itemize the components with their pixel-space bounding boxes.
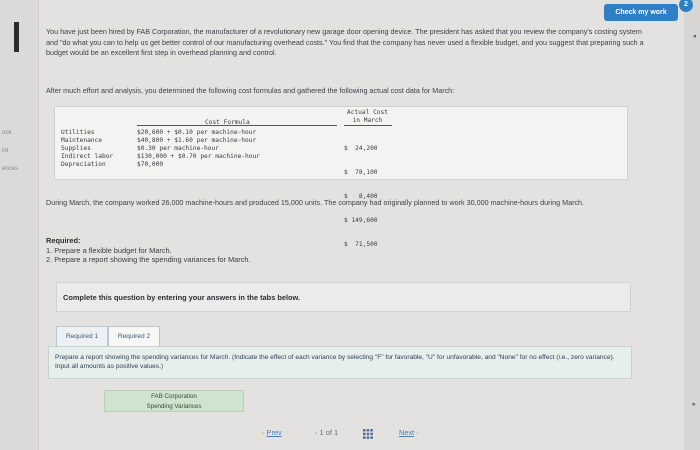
- sidebar-marker: [14, 22, 19, 52]
- current-page: 1: [319, 428, 324, 437]
- required-item-1: 1. Prepare a flexible budget for March.: [46, 245, 172, 255]
- left-sidebar: ook int ences: [0, 0, 39, 450]
- actual-costs: $ 24,200 $ 78,100 $ 8,400 $ 149,600 $ 71…: [344, 129, 378, 265]
- report-title: Spending Variances: [146, 403, 202, 410]
- required-item-2: 2. Prepare a report showing the spending…: [46, 255, 251, 264]
- required-section: Required: 1. Prepare a flexible budget f…: [46, 236, 251, 265]
- next-button[interactable]: Next ›: [399, 428, 419, 437]
- cost-formula: $70,000: [137, 161, 164, 168]
- total-pages: 1: [333, 428, 339, 437]
- check-my-work-button[interactable]: Check my work: [604, 4, 678, 21]
- problem-intro: You have just been hired by FAB Corporat…: [46, 27, 644, 57]
- next-link[interactable]: Next: [399, 428, 414, 437]
- actual-underline: [344, 125, 392, 126]
- cost-item: Supplies: [61, 145, 91, 152]
- actual-header-line2: in March: [352, 116, 383, 124]
- cost-formulas: $20,600 + $0.10 per machine-hour $40,800…: [137, 129, 260, 169]
- tab-required-1[interactable]: Required 1: [56, 326, 108, 347]
- report-header: FAB Corporation Spending Variances: [104, 390, 244, 412]
- report-company: FAB Corporation: [151, 393, 197, 400]
- required-2-instructions: Prepare a report showing the spending va…: [48, 346, 632, 379]
- cost-formula-table: Cost Formula Actual Cost in March Utilit…: [54, 106, 628, 248]
- cost-item: Depreciation: [61, 161, 106, 168]
- grid-icon[interactable]: [363, 429, 373, 439]
- actual-cost: $ 149,600: [344, 217, 378, 224]
- actual-cost: $ 71,500: [344, 241, 378, 248]
- cost-item: Utilities: [61, 129, 95, 136]
- instructions-box: Complete this question by entering your …: [56, 282, 631, 312]
- cost-formula: $0.30 per machine-hour: [137, 145, 219, 152]
- chevron-right-icon: ›: [414, 428, 419, 437]
- actual-cost: $ 24,200: [344, 145, 378, 152]
- cost-item: Maintenance: [61, 137, 102, 144]
- sidebar-link-book[interactable]: ook: [2, 130, 12, 136]
- sidebar-link-references[interactable]: ences: [2, 166, 18, 172]
- actual-cost-header: Actual Cost in March: [347, 109, 388, 124]
- sidebar-link-print[interactable]: int: [2, 148, 8, 154]
- prev-link[interactable]: Prev: [267, 428, 282, 437]
- cost-formula: $20,600 + $0.10 per machine-hour: [137, 129, 257, 136]
- prev-button[interactable]: ‹ Prev: [262, 428, 282, 437]
- actual-header-line1: Actual Cost: [347, 109, 388, 116]
- cost-items: Utilities Maintenance Supplies Indirect …: [61, 129, 113, 169]
- actual-cost: $ 78,100: [344, 169, 378, 176]
- scroll-down-icon[interactable]: ▸: [692, 400, 696, 408]
- analysis-text: After much effort and analysis, you dete…: [46, 86, 455, 95]
- scrollbar[interactable]: ◂ ▸: [684, 0, 700, 450]
- cost-formula: $40,800 + $1.60 per machine-hour: [137, 137, 257, 144]
- march-activity-text: During March, the company worked 26,000 …: [46, 198, 585, 207]
- scroll-up-icon[interactable]: ◂: [692, 32, 696, 40]
- cost-item: Indirect labor: [61, 153, 114, 160]
- formula-underline: [137, 125, 337, 126]
- required-title: Required:: [46, 236, 81, 245]
- page-indicator: › 1 of 1: [315, 428, 338, 437]
- tab-required-2[interactable]: Required 2: [108, 326, 160, 347]
- cost-formula: $130,000 + $0.70 per machine-hour: [137, 153, 260, 160]
- page-of: of: [325, 428, 332, 437]
